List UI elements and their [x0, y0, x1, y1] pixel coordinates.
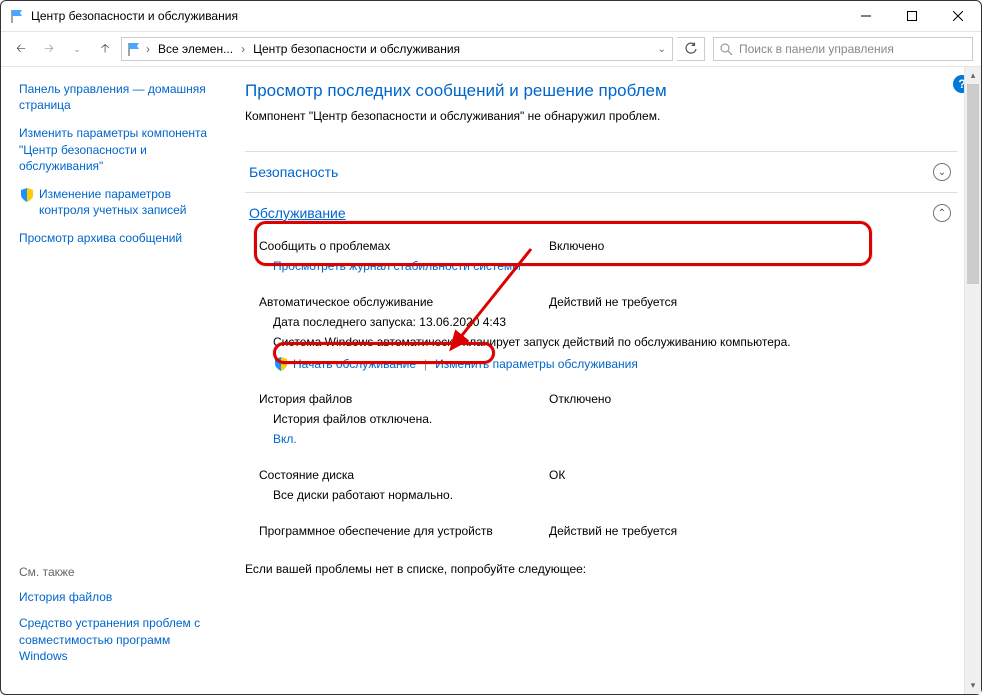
flag-icon [9, 8, 25, 24]
section-security[interactable]: Безопасность ⌄ [245, 151, 957, 192]
back-button[interactable]: 🡠 [9, 37, 33, 61]
section-maintenance[interactable]: Обслуживание ⌃ [245, 192, 957, 233]
section-security-label: Безопасность [249, 164, 338, 180]
sidebar-home[interactable]: Панель управления — домашняя страница [19, 81, 211, 113]
block-automaint: Автоматическое обслуживание Действий не … [245, 289, 957, 386]
main-panel: ? Просмотр последних сообщений и решение… [221, 67, 981, 694]
scroll-down-icon[interactable]: ▾ [965, 677, 981, 694]
chevron-up-icon[interactable]: ⌃ [933, 204, 951, 222]
sidebar-compat-troubleshoot[interactable]: Средство устранения проблем с совместимо… [19, 615, 211, 664]
close-button[interactable] [935, 1, 981, 31]
filehist-label: История файлов [259, 392, 549, 406]
sidebar-change-settings[interactable]: Изменить параметры компонента "Центр без… [19, 125, 211, 174]
minimize-button[interactable] [843, 1, 889, 31]
change-maint-link[interactable]: Изменить параметры обслуживания [435, 357, 638, 371]
navbar: 🡠 🡢 ⌄ 🡡 › Все элемен... › Центр безопасн… [1, 31, 981, 67]
recent-dropdown[interactable]: ⌄ [65, 37, 89, 61]
filehist-desc: История файлов отключена. [273, 410, 947, 428]
report-label: Сообщить о проблемах [259, 239, 549, 253]
search-icon [720, 43, 733, 56]
disk-desc: Все диски работают нормально. [273, 486, 947, 504]
start-maint-link[interactable]: Начать обслуживание [293, 357, 416, 371]
block-drivers: Программное обеспечение для устройств Де… [245, 518, 957, 556]
drivers-status: Действий не требуется [549, 524, 677, 538]
sidebar-uac[interactable]: Изменение параметров контроля учетных за… [39, 186, 211, 218]
drivers-label: Программное обеспечение для устройств [259, 524, 549, 538]
automaint-label: Автоматическое обслуживание [259, 295, 549, 309]
see-also-header: См. также [19, 565, 211, 579]
page-title: Просмотр последних сообщений и решение п… [245, 81, 957, 101]
forward-button: 🡢 [37, 37, 61, 61]
disk-label: Состояние диска [259, 468, 549, 482]
up-button[interactable]: 🡡 [93, 37, 117, 61]
automaint-status: Действий не требуется [549, 295, 677, 309]
search-input[interactable]: Поиск в панели управления [713, 37, 973, 61]
chevron-down-icon[interactable]: ⌄ [933, 163, 951, 181]
chevron-right-icon[interactable]: › [239, 42, 247, 56]
automaint-desc: Система Windows автоматически планирует … [273, 333, 947, 351]
separator: | [424, 357, 427, 371]
automaint-lastrun: Дата последнего запуска: 13.06.2020 4:43 [273, 313, 947, 331]
reliability-link[interactable]: Просмотреть журнал стабильности системы [273, 259, 521, 273]
scroll-thumb[interactable] [967, 84, 979, 284]
block-filehist: История файлов Отключено История файлов … [245, 386, 957, 462]
sidebar: Панель управления — домашняя страница Из… [1, 67, 221, 694]
report-status: Включено [549, 239, 604, 253]
sidebar-filehistory[interactable]: История файлов [19, 589, 211, 605]
maximize-button[interactable] [889, 1, 935, 31]
page-subtext: Компонент "Центр безопасности и обслужив… [245, 109, 957, 123]
sidebar-archive[interactable]: Просмотр архива сообщений [19, 230, 211, 246]
shield-icon [273, 356, 289, 372]
chevron-right-icon[interactable]: › [144, 42, 152, 56]
section-maintenance-label: Обслуживание [249, 205, 346, 221]
block-disk: Состояние диска ОК Все диски работают но… [245, 462, 957, 518]
flag-icon [126, 41, 142, 57]
scrollbar[interactable]: ▴ ▾ [964, 67, 981, 694]
chevron-down-icon[interactable]: ⌄ [656, 44, 668, 55]
filehist-enable-link[interactable]: Вкл. [273, 432, 297, 446]
scroll-up-icon[interactable]: ▴ [965, 67, 981, 84]
breadcrumb-2[interactable]: Центр безопасности и обслуживания [249, 42, 464, 56]
shield-icon [19, 187, 35, 203]
search-placeholder: Поиск в панели управления [739, 42, 894, 56]
window-title: Центр безопасности и обслуживания [31, 9, 238, 23]
footer-text: Если вашей проблемы нет в списке, попроб… [245, 562, 957, 576]
breadcrumb-1[interactable]: Все элемен... [154, 42, 237, 56]
refresh-button[interactable] [677, 37, 705, 61]
titlebar: Центр безопасности и обслуживания [1, 1, 981, 31]
address-bar[interactable]: › Все элемен... › Центр безопасности и о… [121, 37, 673, 61]
disk-status: ОК [549, 468, 565, 482]
filehist-status: Отключено [549, 392, 611, 406]
block-report: Сообщить о проблемах Включено Просмотрет… [245, 233, 957, 289]
